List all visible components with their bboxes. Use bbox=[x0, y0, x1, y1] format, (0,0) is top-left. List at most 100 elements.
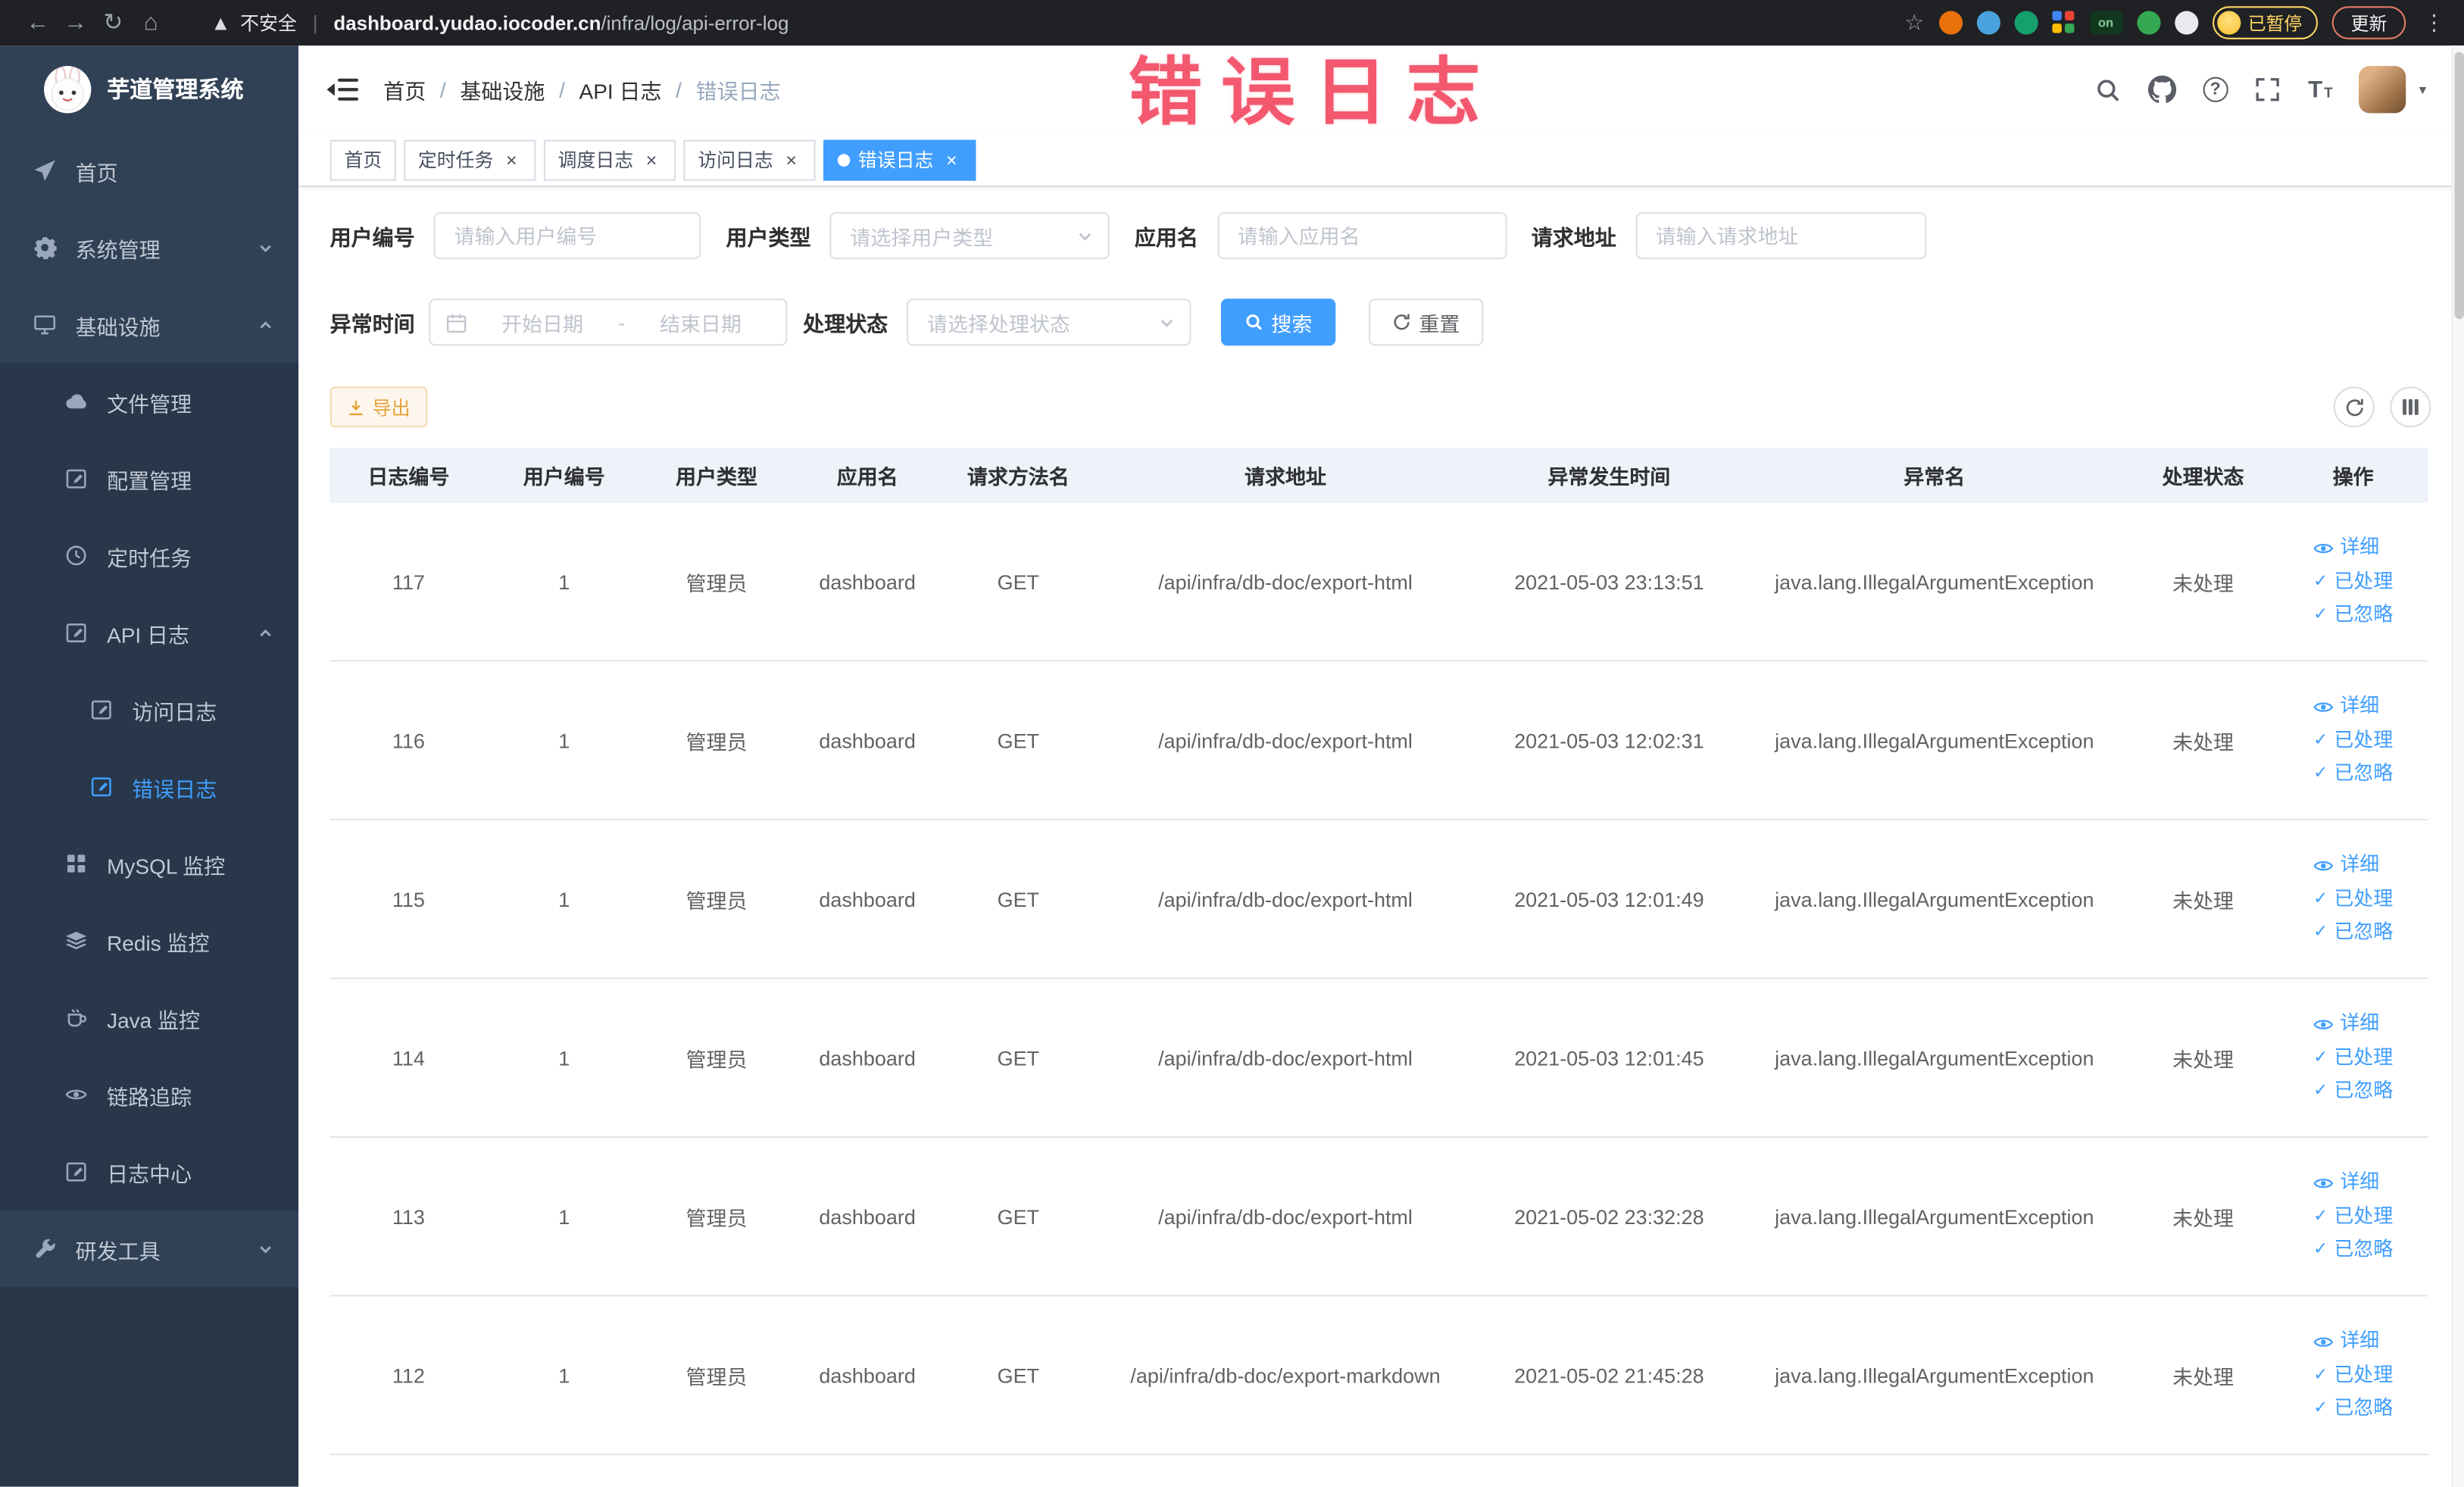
scrollbar-track[interactable] bbox=[2451, 45, 2464, 1487]
row-actions: 详细 ✓ 已处理 ✓ 已忽略 bbox=[2313, 697, 2393, 784]
field-label: 请求地址 bbox=[1531, 226, 1616, 250]
sidebar-item-job[interactable]: 定时任务 bbox=[0, 517, 298, 595]
processed-link[interactable]: ✓ 已处理 bbox=[2313, 889, 2393, 909]
close-icon[interactable]: × bbox=[501, 149, 522, 170]
breadcrumb-item[interactable]: 首页 bbox=[383, 74, 426, 105]
extension-on-badge[interactable]: on bbox=[2089, 11, 2122, 35]
forward-icon[interactable]: → bbox=[57, 11, 95, 35]
user-avatar[interactable] bbox=[2359, 66, 2407, 114]
detail-link[interactable]: 详细 bbox=[2313, 1332, 2379, 1351]
search-icon[interactable] bbox=[2093, 75, 2122, 105]
row-actions: 详细 ✓ 已处理 ✓ 已忽略 bbox=[2313, 1332, 2393, 1419]
process-status-select[interactable]: 请选择处理状态 bbox=[907, 298, 1191, 346]
browser-menu-icon[interactable]: ⋮ bbox=[2423, 9, 2445, 36]
back-icon[interactable]: ← bbox=[19, 11, 57, 35]
sidebar-item-infra[interactable]: 基础设施 bbox=[0, 286, 298, 364]
sidebar-filler bbox=[0, 1287, 299, 1487]
app-name-input[interactable] bbox=[1216, 212, 1507, 260]
action-label: 已处理 bbox=[2334, 1364, 2394, 1386]
tab-access-log[interactable]: 访问日志 × bbox=[683, 139, 816, 180]
tab-error-log[interactable]: 错误日志 × bbox=[823, 139, 976, 180]
detail-link[interactable]: 详细 bbox=[2313, 1173, 2379, 1192]
processed-link[interactable]: ✓ 已处理 bbox=[2313, 1365, 2393, 1385]
close-icon[interactable]: × bbox=[642, 149, 662, 170]
eye-icon bbox=[2313, 540, 2334, 556]
extension-icon[interactable] bbox=[2136, 11, 2160, 35]
sidebar-item-trace[interactable]: 链路追踪 bbox=[0, 1056, 298, 1133]
tab-job[interactable]: 定时任务 × bbox=[404, 139, 536, 180]
scrollbar-thumb[interactable] bbox=[2454, 52, 2464, 320]
user-id-input[interactable] bbox=[433, 212, 701, 260]
header-actions: ? TT ▾ bbox=[2093, 66, 2426, 114]
site-security[interactable]: ▲️ 不安全 bbox=[211, 9, 297, 36]
detail-link[interactable]: 详细 bbox=[2313, 1014, 2379, 1034]
wrench-icon bbox=[33, 1237, 57, 1261]
detail-link[interactable]: 详细 bbox=[2313, 697, 2379, 717]
extension-icon[interactable] bbox=[1975, 11, 2000, 35]
ignored-link[interactable]: ✓ 已忽略 bbox=[2313, 605, 2393, 625]
extension-paw-icon[interactable] bbox=[2174, 11, 2198, 35]
sidebar-item-config[interactable]: 配置管理 bbox=[0, 440, 298, 517]
extension-grid-icon[interactable] bbox=[2051, 11, 2075, 35]
tab-home[interactable]: 首页 bbox=[329, 139, 396, 180]
ignored-link[interactable]: ✓ 已忽略 bbox=[2313, 1240, 2393, 1260]
extension-icon[interactable] bbox=[1938, 11, 1963, 35]
sidebar-item-apilog[interactable]: API 日志 bbox=[0, 594, 298, 671]
detail-link[interactable]: 详细 bbox=[2313, 855, 2379, 875]
user-type-select[interactable]: 请选择用户类型 bbox=[829, 212, 1110, 260]
ignored-link[interactable]: ✓ 已忽略 bbox=[2313, 1082, 2393, 1101]
home-icon[interactable]: ⌂ bbox=[132, 11, 170, 35]
search-button[interactable]: 搜索 bbox=[1220, 298, 1336, 346]
fullscreen-icon[interactable] bbox=[2253, 75, 2283, 105]
breadcrumb-item[interactable]: 基础设施 bbox=[460, 74, 545, 105]
reset-button[interactable]: 重置 bbox=[1369, 298, 1484, 346]
export-button[interactable]: 导出 bbox=[329, 386, 428, 428]
processed-link[interactable]: ✓ 已处理 bbox=[2313, 730, 2393, 750]
help-icon[interactable]: ? bbox=[2203, 77, 2228, 102]
bookmark-star-icon[interactable]: ☆ bbox=[1904, 9, 1924, 36]
date-range-picker[interactable]: 开始日期 - 结束日期 bbox=[429, 298, 788, 346]
sidebar-item-home[interactable]: 首页 bbox=[0, 132, 298, 209]
cell-status: 未处理 bbox=[2172, 889, 2234, 913]
extension-icon[interactable] bbox=[2013, 11, 2038, 35]
sidebar-item-devtools[interactable]: 研发工具 bbox=[0, 1210, 298, 1287]
processed-link[interactable]: ✓ 已处理 bbox=[2313, 1048, 2393, 1067]
detail-link[interactable]: 详细 bbox=[2313, 538, 2379, 558]
field-label: 用户编号 bbox=[329, 226, 415, 250]
close-icon[interactable]: × bbox=[781, 149, 801, 170]
tab-job-log[interactable]: 调度日志 × bbox=[543, 139, 676, 180]
sidebar-item-mysql[interactable]: MySQL 监控 bbox=[0, 825, 298, 902]
refresh-table-button[interactable] bbox=[2333, 386, 2375, 428]
app-logo[interactable]: 芋道管理系统 bbox=[0, 45, 298, 132]
processed-link[interactable]: ✓ 已处理 bbox=[2313, 572, 2393, 592]
download-icon bbox=[347, 398, 364, 416]
reload-icon[interactable]: ↻ bbox=[94, 11, 132, 35]
sidebar-item-system[interactable]: 系统管理 bbox=[0, 209, 298, 286]
url-bar[interactable]: dashboard.yudao.iocoder.cn/infra/log/api… bbox=[333, 12, 789, 34]
browser-right-cluster: ☆ on 已暂停 更新 ⋮ bbox=[1904, 6, 2445, 39]
breadcrumb: 首页 / 基础设施 / API 日志 / 错误日志 bbox=[383, 74, 780, 105]
request-url-input[interactable] bbox=[1635, 212, 1926, 260]
sidebar-item-logcenter[interactable]: 日志中心 bbox=[0, 1133, 298, 1211]
sidebar-item-errorlog[interactable]: 错误日志 bbox=[0, 748, 298, 826]
sidebar-item-java[interactable]: Java 监控 bbox=[0, 979, 298, 1056]
sidebar-item-redis[interactable]: Redis 监控 bbox=[0, 902, 298, 979]
sidebar-item-accesslog[interactable]: 访问日志 bbox=[0, 671, 298, 748]
ignored-link[interactable]: ✓ 已忽略 bbox=[2313, 764, 2393, 784]
font-size-icon[interactable]: TT bbox=[2308, 77, 2334, 103]
check-icon: ✓ bbox=[2313, 1206, 2328, 1226]
column-settings-button[interactable] bbox=[2390, 386, 2431, 428]
hamburger-icon[interactable] bbox=[326, 76, 359, 104]
caret-down-icon[interactable]: ▾ bbox=[2419, 81, 2426, 98]
processed-link[interactable]: ✓ 已处理 bbox=[2313, 1207, 2393, 1226]
sidebar-item-file[interactable]: 文件管理 bbox=[0, 363, 298, 440]
ignored-link[interactable]: ✓ 已忽略 bbox=[2313, 923, 2393, 942]
browser-update-button[interactable]: 更新 bbox=[2331, 6, 2406, 39]
ignored-link[interactable]: ✓ 已忽略 bbox=[2313, 1399, 2393, 1419]
close-icon[interactable]: × bbox=[942, 149, 962, 170]
breadcrumb-item[interactable]: API 日志 bbox=[579, 74, 662, 105]
profile-paused-chip[interactable]: 已暂停 bbox=[2211, 6, 2319, 39]
cell-method: GET bbox=[997, 1363, 1040, 1387]
annotation-overlay: 错误日志 bbox=[1128, 50, 1500, 134]
github-icon[interactable] bbox=[2148, 75, 2178, 105]
